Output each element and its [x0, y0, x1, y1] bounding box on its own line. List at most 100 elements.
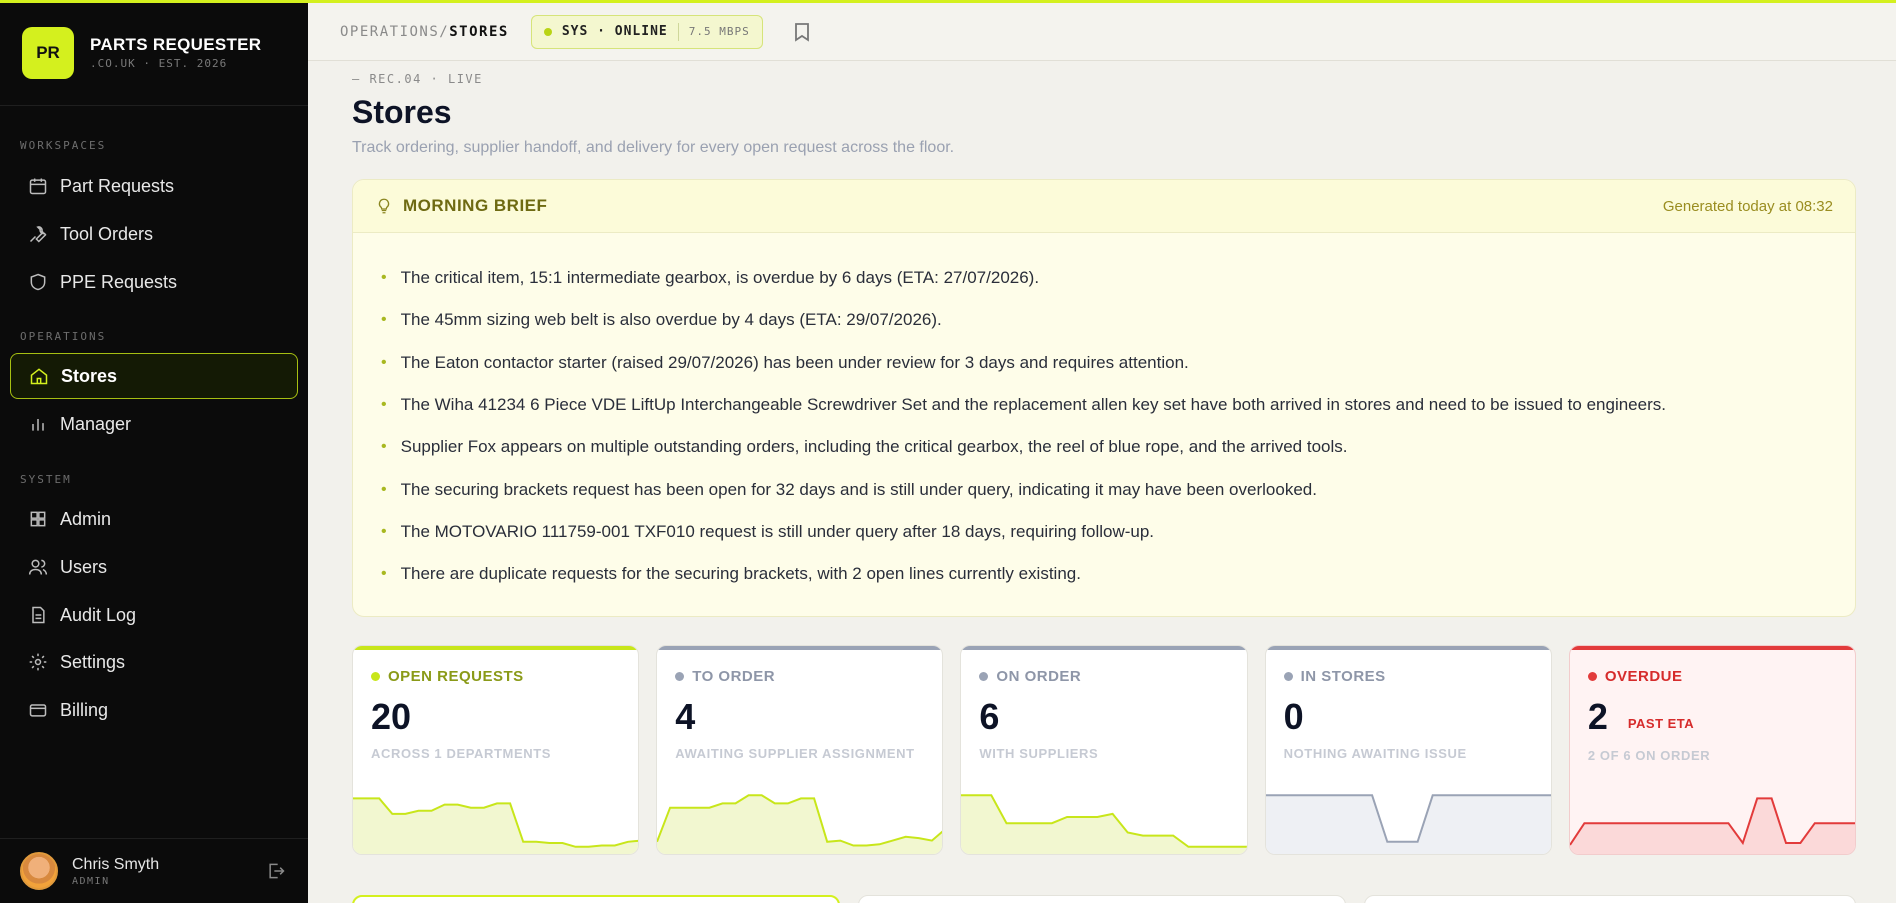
user-role: ADMIN	[72, 875, 110, 887]
stat-value: 20	[371, 696, 412, 737]
home-icon	[30, 368, 48, 385]
bullet: •	[381, 353, 387, 371]
breadcrumb-separator: /	[439, 23, 450, 40]
stat-card-to-order[interactable]: TO ORDER 4 AWAITING SUPPLIER ASSIGNMENT	[656, 645, 944, 855]
stat-label-text: ON ORDER	[996, 668, 1082, 685]
breadcrumb-parent[interactable]: OPERATIONS	[340, 24, 439, 40]
top-header: OPERATIONS/STORES SYS · ONLINE 7.5 MBPS	[308, 3, 1896, 61]
main-content: — REC.04 · LIVE Stores Track ordering, s…	[352, 62, 1857, 855]
stat-card-overdue[interactable]: OVERDUE 2 PAST ETA 2 OF 6 ON ORDER	[1568, 645, 1857, 855]
app-logo: PR	[22, 26, 74, 79]
stat-accent-bar	[961, 646, 1247, 650]
stat-badge: PAST ETA	[1627, 716, 1695, 731]
stat-label: OPEN REQUESTS	[371, 668, 524, 685]
stat-sparkline	[1265, 794, 1551, 854]
section-label-operations: OPERATIONS	[20, 330, 107, 343]
list-item: • The critical item, 15:1 intermediate ge…	[381, 257, 1827, 299]
sparkline-area	[657, 795, 943, 854]
stat-label-text: OPEN REQUESTS	[388, 668, 524, 685]
stat-dot	[1283, 672, 1293, 681]
brief-item-text: Supplier Fox appears on multiple outstan…	[400, 437, 1348, 457]
sidebar-item-label: PPE Requests	[60, 271, 178, 292]
stat-accent-bar	[353, 646, 639, 650]
stat-card-in-stores[interactable]: IN STORES 0 NOTHING AWAITING ISSUE	[1264, 645, 1552, 855]
user-name: Chris Smyth	[72, 855, 160, 873]
sidebar-item-tool-orders[interactable]: Tool Orders	[10, 211, 298, 257]
sidebar-item-label: Settings	[60, 651, 126, 672]
user-profile[interactable]: Chris Smyth ADMIN	[0, 838, 308, 903]
bullet: •	[381, 311, 387, 329]
stat-cards: OPEN REQUESTS 20 ACROSS 1 DEPARTMENTS TO…	[352, 645, 1857, 855]
morning-brief-card: MORNING BRIEF Generated today at 08:32 •…	[352, 179, 1856, 617]
shield-icon	[30, 273, 46, 291]
stat-label: ON ORDER	[979, 668, 1081, 685]
breadcrumb: OPERATIONS/STORES	[340, 24, 509, 40]
bullet: •	[381, 438, 387, 456]
page-subtitle: Track ordering, supplier handoff, and de…	[352, 139, 955, 156]
list-item: • The Wiha 41234 6 Piece VDE LiftUp Inter…	[381, 384, 1827, 426]
brief-item-text: The MOTOVARIO 111759-001 TXF010 request …	[400, 521, 1155, 541]
status-divider	[677, 22, 679, 41]
sidebar-item-billing[interactable]: Billing	[10, 687, 298, 733]
sidebar-item-label: Part Requests	[60, 175, 175, 196]
stat-subtext: 2 OF 6 ON ORDER	[1587, 748, 1711, 763]
stat-label-text: OVERDUE	[1604, 668, 1683, 685]
sidebar-item-label: Users	[60, 556, 108, 577]
sidebar-item-settings[interactable]: Settings	[10, 639, 298, 685]
wrench-icon	[29, 226, 47, 243]
stat-accent-bar	[657, 646, 943, 650]
status-speed: 7.5 MBPS	[688, 25, 750, 38]
next-row-cards	[352, 895, 1856, 903]
sidebar-item-label: Manager	[60, 413, 132, 434]
sidebar-item-label: Tool Orders	[60, 223, 154, 244]
list-item: • The 45mm sizing web belt is also overdu…	[381, 299, 1827, 341]
bar-chart-icon	[32, 419, 44, 431]
stat-card-open-requests[interactable]: OPEN REQUESTS 20 ACROSS 1 DEPARTMENTS	[352, 645, 640, 855]
sidebar-item-ppe-requests[interactable]: PPE Requests	[10, 259, 298, 305]
brand[interactable]: PR PARTS REQUESTER .CO.UK · EST. 2026	[0, 0, 308, 106]
sidebar-item-admin[interactable]: Admin	[10, 496, 298, 542]
sidebar-item-label: Admin	[60, 508, 112, 529]
sidebar-item-stores[interactable]: Stores	[10, 353, 298, 399]
bullet: •	[381, 269, 387, 287]
sparkline-area	[1265, 795, 1551, 854]
stat-value: 4	[675, 696, 696, 737]
stat-value: 6	[979, 696, 1000, 737]
card-peek[interactable]	[1364, 895, 1856, 903]
stat-label: IN STORES	[1283, 668, 1386, 685]
list-item: • The securing brackets request has been …	[381, 468, 1827, 510]
stat-subtext: ACROSS 1 DEPARTMENTS	[371, 746, 552, 761]
lightbulb-icon	[378, 198, 390, 214]
list-item: • The MOTOVARIO 111759-001 TXF010 request…	[381, 511, 1827, 553]
sidebar-item-manager[interactable]: Manager	[10, 401, 298, 447]
bullet: •	[381, 480, 387, 498]
gear-icon	[29, 653, 47, 671]
brief-item-text: The 45mm sizing web belt is also overdue…	[400, 310, 942, 330]
stat-dot	[1587, 672, 1597, 681]
stat-sparkline	[961, 794, 1247, 854]
bookmark-button[interactable]	[793, 22, 811, 42]
grid-icon	[30, 511, 46, 527]
brief-item-text: There are duplicate requests for the sec…	[400, 564, 1081, 584]
card-peek[interactable]	[858, 895, 1346, 903]
sidebar-item-audit-log[interactable]: Audit Log	[10, 592, 298, 638]
system-status-pill: SYS · ONLINE 7.5 MBPS	[530, 14, 763, 49]
morning-brief-title: MORNING BRIEF	[403, 196, 548, 215]
sidebar-item-label: Billing	[60, 699, 109, 720]
stat-subtext: WITH SUPPLIERS	[979, 746, 1099, 761]
brief-item-text: The Eaton contactor starter (raised 29/0…	[400, 352, 1189, 372]
logout-button[interactable]	[266, 861, 286, 881]
bookmark-icon	[794, 22, 809, 42]
stat-subtext: NOTHING AWAITING ISSUE	[1283, 746, 1467, 761]
brief-item-text: The critical item, 15:1 intermediate gea…	[400, 268, 1040, 288]
stat-label: TO ORDER	[675, 668, 775, 685]
sidebar-item-part-requests[interactable]: Part Requests	[10, 163, 298, 209]
bullet: •	[381, 396, 387, 414]
sidebar-item-users[interactable]: Users	[10, 544, 298, 590]
stat-dot	[371, 672, 380, 681]
page-title: Stores	[352, 94, 452, 130]
stat-label-text: IN STORES	[1300, 668, 1386, 685]
card-peek[interactable]	[352, 895, 840, 903]
stat-card-on-order[interactable]: ON ORDER 6 WITH SUPPLIERS	[960, 645, 1248, 855]
list-item: • Supplier Fox appears on multiple outsta…	[381, 426, 1827, 468]
